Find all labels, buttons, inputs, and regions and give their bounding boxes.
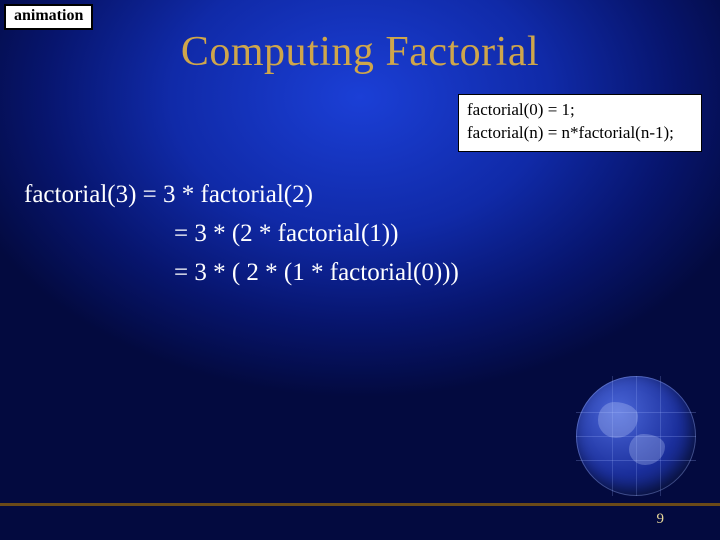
expansion-line-2: = 3 * (2 * factorial(1)) [24,215,459,254]
slide: animation Computing Factorial factorial(… [0,0,720,540]
globe-icon [576,376,696,496]
page-number: 9 [657,511,665,528]
definition-line-1: factorial(0) = 1; [467,99,693,122]
expansion-block: factorial(3) = 3 * factorial(2) = 3 * (2… [24,176,459,292]
footer-rule [0,503,720,506]
definition-line-2: factorial(n) = n*factorial(n-1); [467,122,693,145]
animation-tag: animation [4,4,93,30]
expansion-line-3: = 3 * ( 2 * (1 * factorial(0))) [24,254,459,293]
definition-box: factorial(0) = 1; factorial(n) = n*facto… [458,94,702,152]
slide-title: Computing Factorial [0,28,720,76]
expansion-line-1: factorial(3) = 3 * factorial(2) [24,176,459,215]
